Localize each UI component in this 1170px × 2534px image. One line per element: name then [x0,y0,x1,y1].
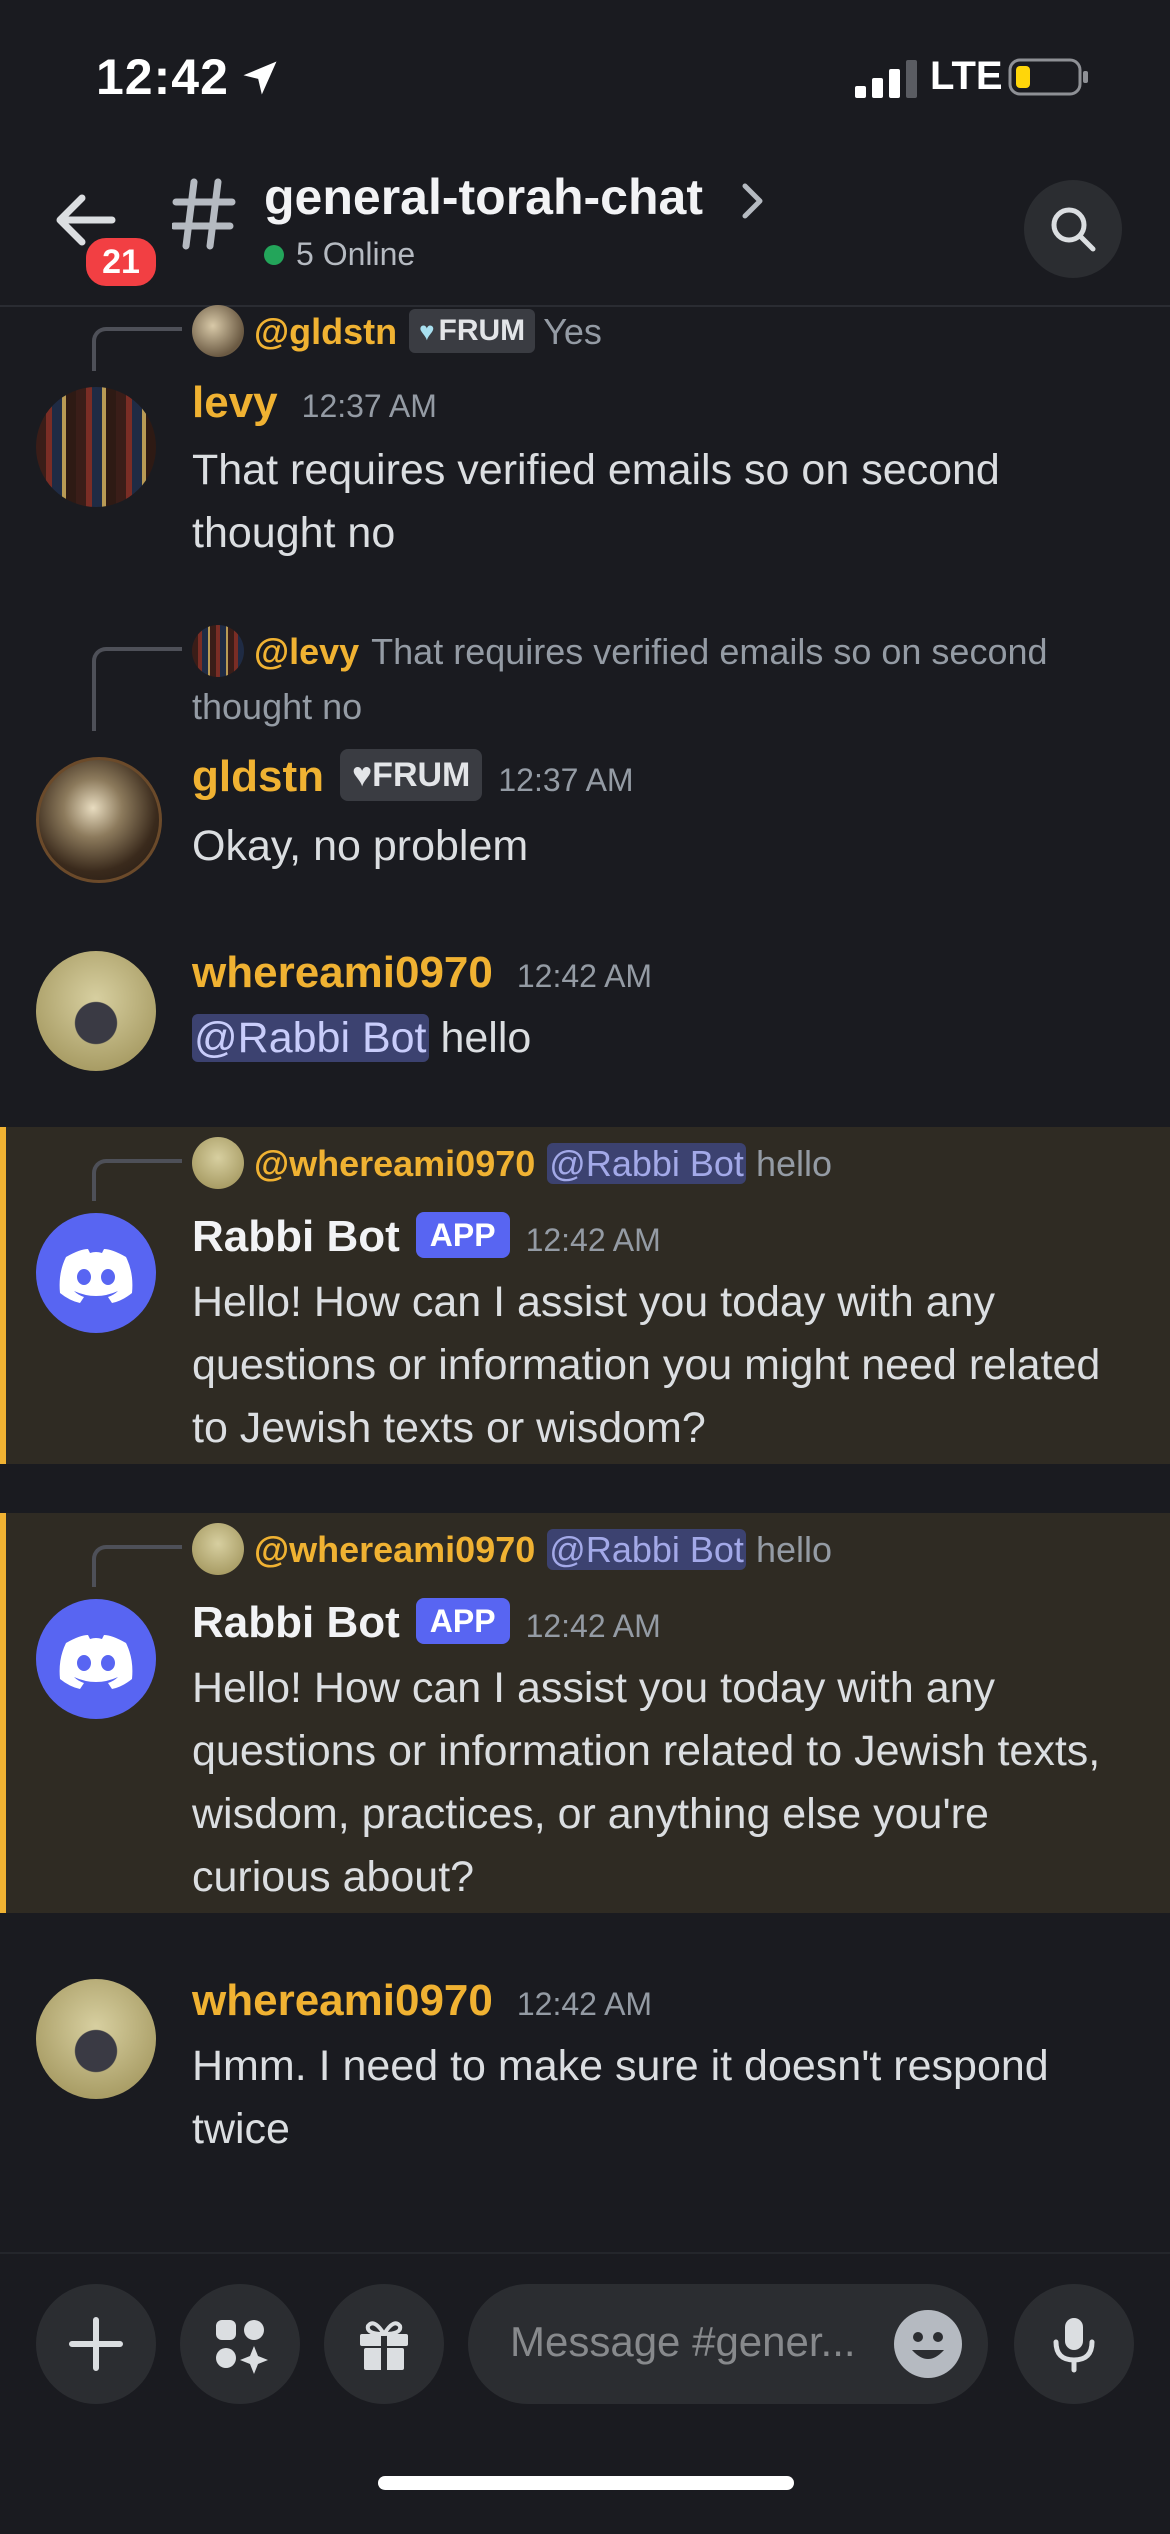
channel-header: 21 general-torah-chat 5 Online [0,150,1170,307]
gift-button[interactable] [324,2284,444,2404]
user-mention: @Rabbi Bot [547,1529,746,1570]
role-tag: ♥FRUM [339,749,483,802]
gift-icon [360,2321,408,2370]
timestamp: 12:42 AM [516,1986,653,2022]
avatar[interactable] [36,387,156,507]
search-button[interactable] [1024,180,1122,278]
channel-title[interactable]: general-torah-chat [264,168,703,226]
voice-message-button[interactable] [1014,2284,1134,2404]
status-time: 12:42 [96,49,229,105]
message-item[interactable]: whereami0970 12:42 AM Hmm. I need to make… [0,1973,1170,2173]
add-attachment-button[interactable] [36,2284,156,2404]
role-tag: ♥FRUM [409,309,536,354]
author-name[interactable]: Rabbi Bot [192,1598,400,1647]
timestamp: 12:42 AM [525,1222,661,1258]
bot-avatar[interactable] [36,1213,156,1333]
heart-icon: ♥ [351,756,373,795]
timestamp: 12:37 AM [498,762,634,798]
author-name[interactable]: gldstn [192,752,324,801]
message-text: That requires verified emails so on seco… [192,446,1000,557]
online-dot-icon [264,244,284,265]
avatar[interactable] [36,951,156,1071]
message-item[interactable]: @gldstn ♥ FRUM Yes levy 12:37 AM That requir… [0,305,1170,575]
cellular-signal-icon [855,60,917,98]
channel-hash-icon [172,178,236,250]
reply-text: hello [745,1143,832,1184]
app-tag: APP [415,1212,510,1259]
bot-avatar[interactable] [36,1599,156,1719]
chevron-right-icon[interactable] [740,180,766,222]
message-header: whereami0970 12:42 AM [192,945,652,1004]
author-name[interactable]: whereami0970 [192,1976,493,2025]
author-name[interactable]: Rabbi Bot [192,1212,400,1261]
message-header: levy 12:37 AM [192,375,437,434]
message-header: gldstn ♥FRUM 12:37 AM [192,749,634,808]
search-icon [1051,207,1096,252]
reply-avatar [192,625,244,678]
battery-icon [1008,58,1088,96]
timestamp: 12:42 AM [525,1608,661,1644]
avatar[interactable] [36,1979,156,2099]
message-text: Hello! How can I assist you today with a… [192,1664,1101,1901]
message-text: Hmm. I need to make sure it doesn't resp… [192,2042,1049,2153]
reply-avatar [192,1137,244,1190]
app-tag: APP [415,1598,510,1645]
unread-badge: 21 [82,234,160,290]
reply-author: @whereami0970 [254,1143,536,1184]
reply-author: @levy [254,631,360,672]
message-text: Hello! How can I assist you today with a… [192,1278,1101,1452]
discord-logo-icon [59,1635,133,1689]
microphone-icon [1053,2318,1095,2373]
timestamp: 12:37 AM [301,388,437,424]
reply-connector [92,1545,182,1587]
reply-avatar [192,1523,244,1576]
user-mention[interactable]: @Rabbi Bot [192,1014,429,1062]
avatar[interactable] [36,757,162,883]
status-bar: 12:42 LTE [0,0,1170,150]
message-input[interactable]: Message #gener... [468,2284,988,2404]
message-header: Rabbi Bot APP 12:42 AM [192,1209,661,1268]
author-name[interactable]: levy [192,378,278,427]
apps-sparkle-icon [216,2320,268,2374]
reply-preview[interactable]: @levy That requires verified emails so on… [192,625,1140,734]
reply-connector [92,647,182,731]
network-type: LTE [930,54,1003,98]
message-composer: Message #gener... [0,2252,1170,2534]
reply-connector [92,327,182,371]
reply-text: hello [745,1529,832,1570]
message-header: Rabbi Bot APP 12:42 AM [192,1595,661,1654]
online-status: 5 Online [264,236,415,273]
home-indicator[interactable] [378,2476,794,2490]
message-item[interactable]: whereami0970 12:42 AM @Rabbi Bot hello [0,945,1170,1095]
author-name[interactable]: whereami0970 [192,948,493,997]
user-mention: @Rabbi Bot [547,1143,746,1184]
message-placeholder: Message #gener... [510,2318,856,2365]
message-item-highlighted[interactable]: @whereami0970 @Rabbi Bot hello Rabbi Bot A… [0,1127,1170,1464]
message-item-highlighted[interactable]: @whereami0970 @Rabbi Bot hello Rabbi Bot A… [0,1513,1170,1913]
message-item[interactable]: @levy That requires verified emails so on… [0,625,1170,925]
smiley-icon [912,2332,944,2359]
message-text: @Rabbi Bot hello [192,1014,532,1062]
reply-text: Yes [543,311,602,352]
heart-icon: ♥ [419,316,435,347]
message-header: whereami0970 12:42 AM [192,1973,652,2032]
location-arrow-icon [243,61,277,95]
plus-icon [69,2317,123,2371]
reply-preview[interactable]: @whereami0970 @Rabbi Bot hello [192,1523,1140,1578]
reply-author: @gldstn [254,311,398,352]
reply-connector [92,1159,182,1201]
reply-preview[interactable]: @whereami0970 @Rabbi Bot hello [192,1137,1140,1192]
emoji-button[interactable] [894,2310,962,2378]
reply-preview[interactable]: @gldstn ♥ FRUM Yes [192,305,1140,360]
reply-author: @whereami0970 [254,1529,536,1570]
discord-logo-icon [59,1249,133,1303]
timestamp: 12:42 AM [516,958,653,994]
reply-avatar [192,305,244,358]
apps-button[interactable] [180,2284,300,2404]
online-count: 5 Online [296,236,416,272]
message-text: Okay, no problem [192,822,529,870]
